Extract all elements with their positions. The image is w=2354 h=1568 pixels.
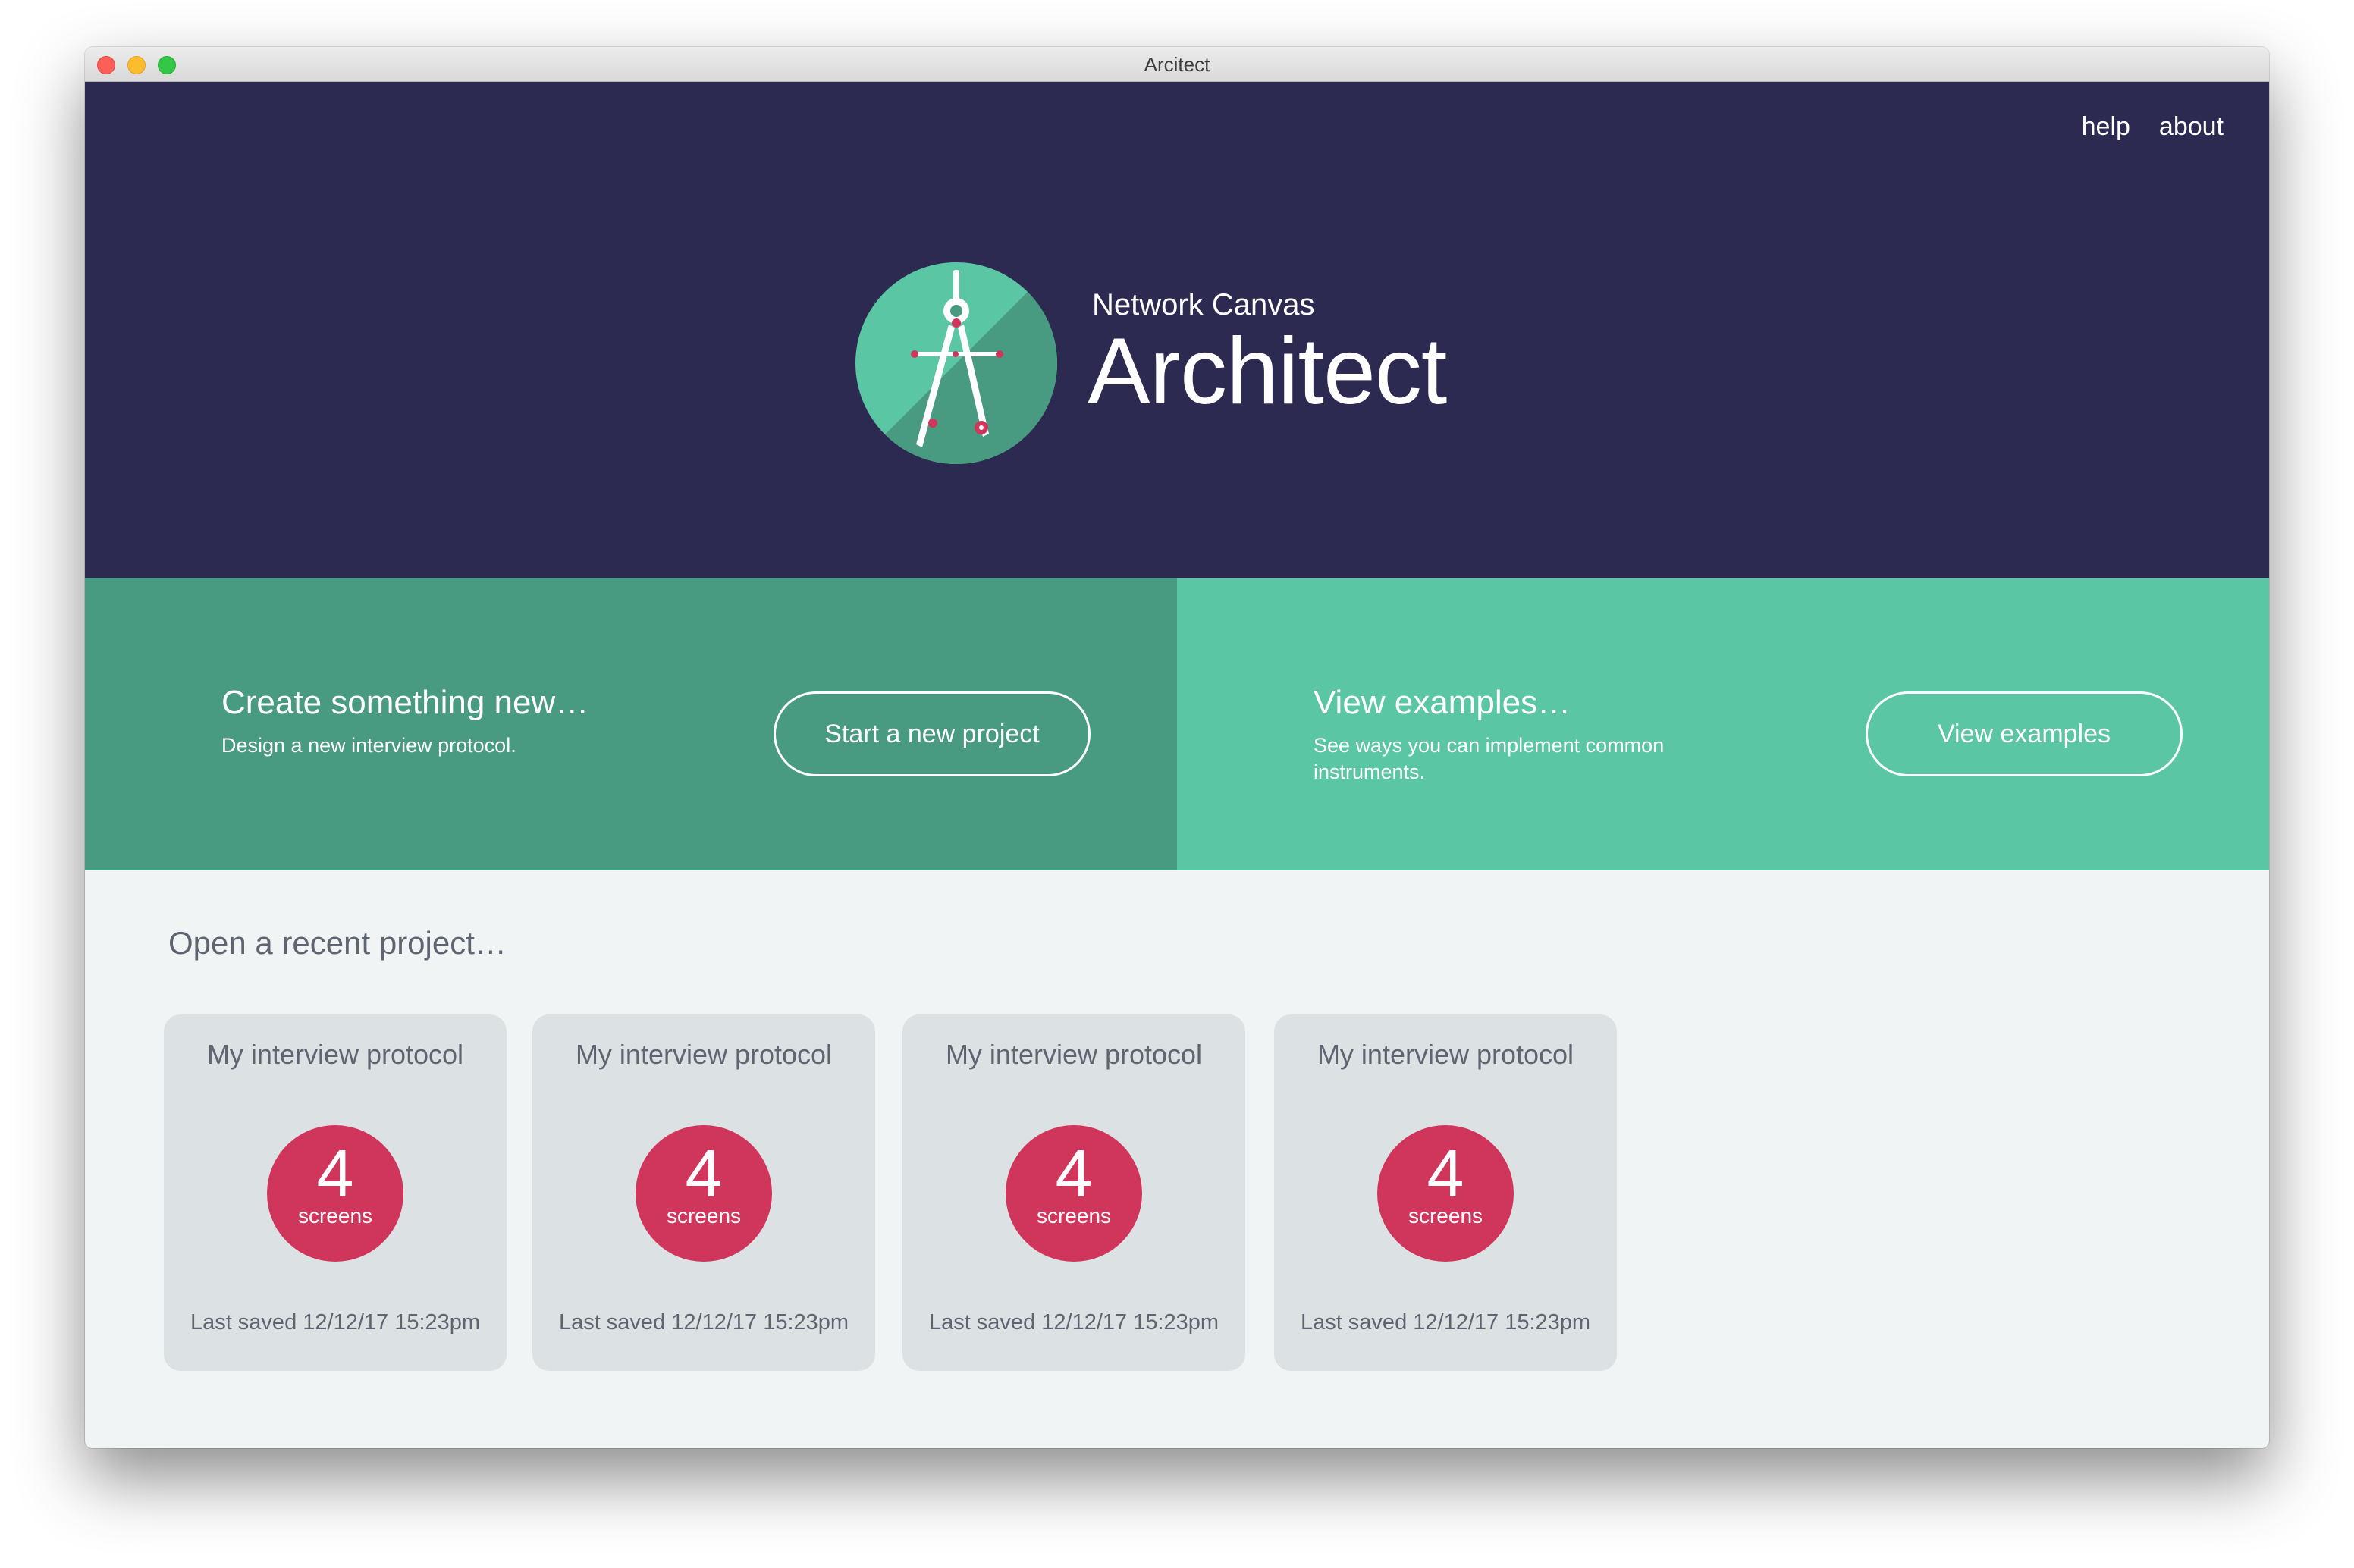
examples-panel: View examples… See ways you can implemen… (1177, 578, 2269, 870)
project-card[interactable]: My interview protocol 4 screens Last sav… (1274, 1014, 1617, 1371)
window-title: Arcitect (1144, 53, 1210, 76)
project-title: My interview protocol (1317, 1039, 1574, 1070)
screen-count-label: screens (1408, 1204, 1483, 1228)
project-card[interactable]: My interview protocol 4 screens Last sav… (164, 1014, 507, 1371)
create-heading: Create something new… (221, 684, 589, 721)
screen-count: 4 (685, 1136, 723, 1211)
screen-count: 4 (316, 1136, 354, 1211)
project-title: My interview protocol (206, 1039, 464, 1070)
create-description: Design a new interview protocol. (221, 734, 516, 757)
help-link[interactable]: help (2082, 112, 2130, 142)
screen-count-label: screens (297, 1204, 373, 1228)
last-saved-text: Last saved 12/12/17 15:23pm (190, 1310, 481, 1334)
screen-count-badge: 4 screens (267, 1125, 403, 1262)
screen-count: 4 (1427, 1136, 1464, 1211)
screen-count-label: screens (1036, 1204, 1112, 1228)
project-card[interactable]: My interview protocol 4 screens Last sav… (532, 1014, 875, 1371)
title-bar: Arcitect (85, 47, 2269, 82)
recent-projects-heading: Open a recent project… (168, 925, 507, 961)
start-new-project-button[interactable]: Start a new project (774, 691, 1091, 776)
app-header: help about Network Canvas Architect (85, 82, 2269, 578)
project-title: My interview protocol (575, 1039, 833, 1070)
screen-count-label: screens (666, 1204, 742, 1228)
project-title: My interview protocol (945, 1039, 1203, 1070)
view-examples-button[interactable]: View examples (1866, 691, 2183, 776)
brand-subtitle: Network Canvas (1092, 288, 1315, 321)
last-saved-text: Last saved 12/12/17 15:23pm (928, 1310, 1219, 1334)
screen-count-badge: 4 screens (636, 1125, 772, 1262)
examples-heading: View examples… (1314, 684, 1571, 721)
last-saved-text: Last saved 12/12/17 15:23pm (558, 1310, 849, 1334)
create-panel: Create something new… Design a new inter… (85, 578, 1177, 870)
screen-count-badge: 4 screens (1377, 1125, 1514, 1262)
top-nav: help about (2082, 112, 2224, 142)
last-saved-text: Last saved 12/12/17 15:23pm (1300, 1310, 1591, 1334)
brand-title: Architect (1088, 319, 1447, 424)
examples-description: See ways you can implement common instru… (1314, 734, 1665, 784)
compass-drawing-icon (855, 262, 1057, 464)
app-window: Arcitect help about Network Canvas Archi… (85, 47, 2269, 1448)
project-card[interactable]: My interview protocol 4 screens Last sav… (902, 1014, 1245, 1371)
about-link[interactable]: about (2159, 112, 2224, 142)
screen-count: 4 (1055, 1136, 1093, 1211)
screen-count-badge: 4 screens (1006, 1125, 1142, 1262)
